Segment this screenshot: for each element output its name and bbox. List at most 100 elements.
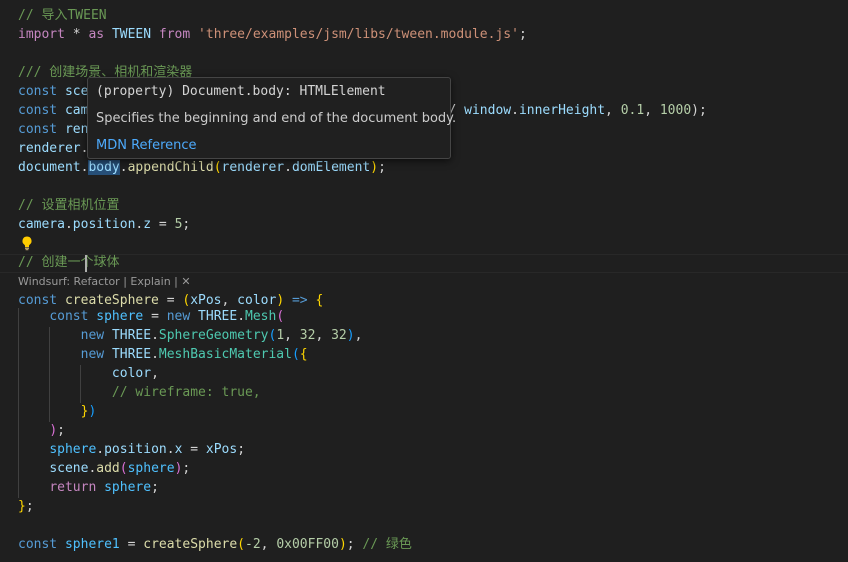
code-token: , bbox=[644, 103, 660, 118]
code-token: 32 bbox=[331, 328, 347, 343]
code-line: const ren bbox=[18, 120, 88, 139]
code-token: { bbox=[315, 293, 324, 308]
code-token: THREE bbox=[198, 309, 238, 324]
code-token: Mesh bbox=[245, 309, 277, 324]
code-editor[interactable]: // 导入TWEEN import * as TWEEN from 'three/… bbox=[0, 0, 848, 562]
code-token: new bbox=[80, 328, 105, 343]
code-token: document bbox=[18, 160, 81, 175]
code-token: THREE bbox=[111, 328, 152, 343]
code-token: . bbox=[96, 442, 105, 457]
code-token: const bbox=[18, 84, 58, 99]
code-token: ) bbox=[346, 328, 355, 343]
code-token: // wireframe: true, bbox=[111, 385, 261, 400]
code-line: const sphere = new THREE.Mesh( bbox=[18, 307, 284, 326]
code-token: -2 bbox=[245, 537, 261, 552]
code-token: const bbox=[18, 293, 58, 308]
code-token: createSphere bbox=[143, 537, 238, 552]
code-token: 1 bbox=[276, 328, 285, 343]
code-token: as bbox=[88, 27, 105, 42]
code-token: renderer bbox=[221, 160, 285, 175]
code-token: ( bbox=[291, 347, 300, 362]
code-line: sphere.position.x = xPos; bbox=[18, 440, 245, 459]
code-token: . bbox=[151, 347, 159, 362]
code-token: appendChild bbox=[127, 160, 214, 175]
code-token: // 设置相机位置 bbox=[18, 198, 120, 213]
text-cursor bbox=[85, 255, 87, 272]
code-token: MeshBasicMaterial bbox=[158, 347, 292, 362]
code-token: TWEEN bbox=[111, 27, 152, 42]
code-token: } bbox=[18, 499, 26, 514]
code-token: 0.1 bbox=[620, 103, 645, 118]
code-token: ; bbox=[237, 442, 246, 457]
code-token: ) bbox=[49, 423, 58, 438]
code-token: => bbox=[291, 293, 308, 308]
code-token: ( bbox=[119, 461, 128, 476]
hover-signature-token: HTMLElement bbox=[299, 84, 386, 99]
code-token: z bbox=[143, 217, 152, 232]
code-token: , bbox=[260, 537, 277, 552]
code-token: * bbox=[64, 27, 89, 42]
current-line-highlight bbox=[0, 254, 848, 273]
code-token: 'three/examples/jsm/libs/tween.module.js… bbox=[198, 27, 519, 42]
code-token: SphereGeometry bbox=[158, 328, 269, 343]
code-token: add bbox=[96, 461, 120, 476]
code-token: ) bbox=[276, 293, 285, 308]
code-token: createSphere bbox=[64, 293, 159, 308]
code-token: ; bbox=[182, 461, 191, 476]
code-token: , bbox=[151, 366, 159, 381]
code-token: . bbox=[511, 103, 519, 118]
code-line: scene.add(sphere); bbox=[18, 459, 190, 478]
code-token: . bbox=[166, 442, 175, 457]
code-token: ; bbox=[25, 499, 34, 514]
code-token: innerHeight bbox=[518, 103, 606, 118]
code-line: document.body.appendChild(renderer.domEl… bbox=[18, 158, 386, 177]
code-token: color bbox=[111, 366, 152, 381]
code-token: ( bbox=[237, 537, 245, 552]
mdn-reference-link[interactable]: MDN Reference bbox=[96, 136, 197, 156]
code-token: // 绿色 bbox=[362, 537, 412, 552]
hover-tooltip: (property) Document.body: HTMLElement Sp… bbox=[87, 77, 456, 159]
codelens-windsurf-actions[interactable]: Windsurf: Refactor | Explain | ✕ bbox=[18, 274, 191, 290]
code-token: 32 bbox=[299, 328, 316, 343]
code-token: ( bbox=[276, 309, 285, 324]
code-line: const sphere1 = createSphere(-2, 0x00FF0… bbox=[18, 535, 412, 554]
code-token: color bbox=[237, 293, 277, 308]
code-token: xPos bbox=[205, 442, 238, 457]
lightbulb-icon[interactable] bbox=[19, 235, 35, 251]
hover-signature-token: Document bbox=[182, 84, 245, 99]
code-token: ; bbox=[57, 423, 65, 438]
code-token: scene bbox=[49, 461, 89, 476]
code-token: sphere bbox=[127, 461, 175, 476]
code-token: , bbox=[315, 328, 332, 343]
code-line: }; bbox=[18, 497, 34, 516]
code-token: sphere bbox=[49, 442, 97, 457]
hover-signature-token: body bbox=[252, 84, 284, 99]
hover-signature-token: . bbox=[244, 84, 253, 99]
code-token: ren bbox=[57, 122, 89, 137]
code-token: domElement bbox=[291, 160, 371, 175]
code-token: // 导入TWEEN bbox=[18, 8, 107, 23]
code-token: ; bbox=[378, 160, 386, 175]
hover-signature-token: : bbox=[283, 84, 300, 99]
code-token: ; bbox=[518, 27, 527, 42]
code-token: position bbox=[104, 442, 167, 457]
code-token: ) bbox=[338, 537, 347, 552]
code-token: = bbox=[182, 442, 206, 457]
code-token: , bbox=[354, 328, 363, 343]
code-token: import bbox=[18, 27, 65, 42]
hover-description: Specifies the beginning and end of the d… bbox=[96, 111, 457, 126]
